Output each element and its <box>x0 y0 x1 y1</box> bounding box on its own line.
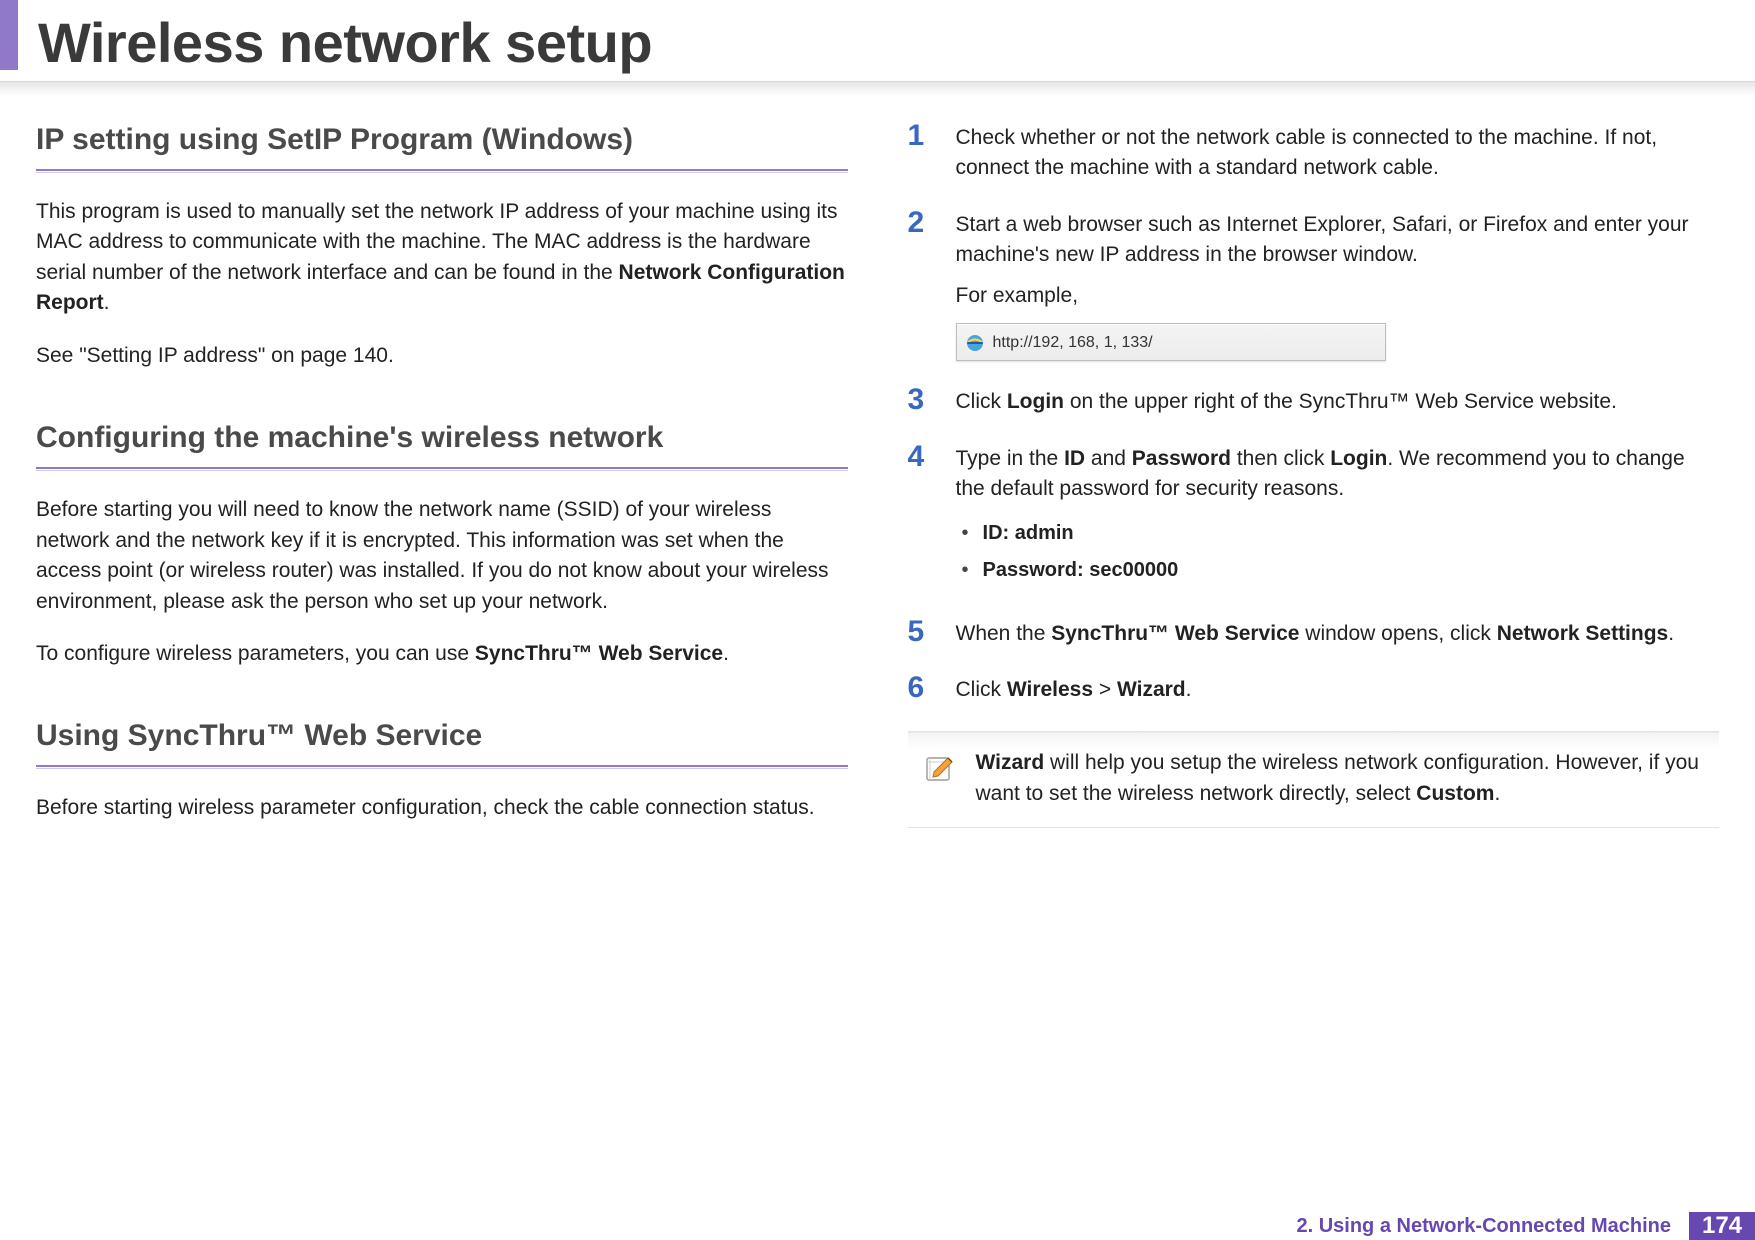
step-number: 2 <box>908 208 934 361</box>
text: then click <box>1231 447 1330 470</box>
section-rule <box>36 169 848 173</box>
paragraph: See "Setting IP address" on page 140. <box>36 341 848 371</box>
section-heading-setip: IP setting using SetIP Program (Windows) <box>36 123 848 157</box>
step-4: 4 Type in the ID and Password then click… <box>908 444 1720 593</box>
paragraph: This program is used to manually set the… <box>36 197 848 319</box>
note-text: Wizard will help you setup the wireless … <box>976 748 1704 809</box>
paragraph: Before starting wireless parameter confi… <box>36 793 848 823</box>
text-bold: ID <box>1064 447 1085 470</box>
section-heading-configure: Configuring the machine's wireless netwo… <box>36 421 848 455</box>
step-3: 3 Click Login on the upper right of the … <box>908 387 1720 417</box>
footer: 2. Using a Network-Connected Machine 174 <box>1296 1212 1755 1240</box>
step-body: Start a web browser such as Internet Exp… <box>956 210 1720 361</box>
paragraph: Before starting you will need to know th… <box>36 495 848 617</box>
text: on the upper right of the SyncThru™ Web … <box>1064 390 1617 413</box>
text: window opens, click <box>1299 622 1496 645</box>
pencil-note-icon <box>924 750 958 784</box>
section-heading-syncthru: Using SyncThru™ Web Service <box>36 719 848 753</box>
text: . <box>1668 622 1674 645</box>
text-bold: Custom <box>1416 782 1494 805</box>
text: For example, <box>956 281 1720 311</box>
bullet-dot: • <box>962 556 969 585</box>
text-bold: SyncThru™ Web Service <box>475 642 723 665</box>
step-body: Click Login on the upper right of the Sy… <box>956 387 1720 417</box>
text-bold: Wireless <box>1007 678 1093 701</box>
text: . <box>104 291 110 314</box>
content-columns: IP setting using SetIP Program (Windows)… <box>0 95 1755 846</box>
text: and <box>1085 447 1132 470</box>
step-number: 3 <box>908 385 934 417</box>
text-bold: Login <box>1330 447 1387 470</box>
text: Start a web browser such as Internet Exp… <box>956 210 1720 271</box>
text: . <box>1186 678 1192 701</box>
step-number: 5 <box>908 617 934 649</box>
step-1: 1 Check whether or not the network cable… <box>908 123 1720 184</box>
text: To configure wireless parameters, you ca… <box>36 642 475 665</box>
text-bold: Wizard <box>976 751 1045 774</box>
text-bold: Password <box>1132 447 1231 470</box>
text-bold: Password: sec00000 <box>983 556 1179 585</box>
step-2: 2 Start a web browser such as Internet E… <box>908 210 1720 361</box>
bullet-list: • ID: admin • Password: sec00000 <box>956 519 1720 585</box>
ie-icon <box>965 332 985 352</box>
text-bold: Network Settings <box>1497 622 1669 645</box>
step-number: 4 <box>908 442 934 593</box>
step-body: Click Wireless > Wizard. <box>956 675 1720 705</box>
title-accent <box>0 0 18 70</box>
text: > <box>1093 678 1117 701</box>
text: Type in the <box>956 447 1065 470</box>
step-6: 6 Click Wireless > Wizard. <box>908 675 1720 705</box>
title-bar: Wireless network setup <box>0 0 1755 75</box>
step-number: 6 <box>908 673 934 705</box>
page-title: Wireless network setup <box>38 10 1755 75</box>
text: When the <box>956 622 1052 645</box>
note-box: Wizard will help you setup the wireless … <box>908 731 1720 828</box>
paragraph: To configure wireless parameters, you ca… <box>36 639 848 669</box>
list-item: • Password: sec00000 <box>962 556 1720 585</box>
list-item: • ID: admin <box>962 519 1720 548</box>
text-bold: Wizard <box>1117 678 1186 701</box>
text: . <box>723 642 729 665</box>
section-rule <box>36 467 848 471</box>
text: Click <box>956 390 1007 413</box>
text: . <box>1494 782 1500 805</box>
title-underline <box>0 81 1755 95</box>
section-rule <box>36 765 848 769</box>
text-bold: ID: admin <box>983 519 1074 548</box>
left-column: IP setting using SetIP Program (Windows)… <box>36 123 848 846</box>
step-5: 5 When the SyncThru™ Web Service window … <box>908 619 1720 649</box>
step-body: When the SyncThru™ Web Service window op… <box>956 619 1720 649</box>
text-bold: Login <box>1007 390 1064 413</box>
text: will help you setup the wireless network… <box>976 751 1699 804</box>
step-number: 1 <box>908 121 934 184</box>
footer-page-number: 174 <box>1689 1212 1755 1240</box>
bullet-dot: • <box>962 519 969 548</box>
right-column: 1 Check whether or not the network cable… <box>908 123 1720 846</box>
text: Click <box>956 678 1007 701</box>
step-body: Type in the ID and Password then click L… <box>956 444 1720 593</box>
footer-chapter: 2. Using a Network-Connected Machine <box>1296 1212 1689 1240</box>
url-text: http://192, 168, 1, 133/ <box>993 331 1153 354</box>
text-bold: SyncThru™ Web Service <box>1051 622 1299 645</box>
step-body: Check whether or not the network cable i… <box>956 123 1720 184</box>
address-bar-example: http://192, 168, 1, 133/ <box>956 323 1386 361</box>
